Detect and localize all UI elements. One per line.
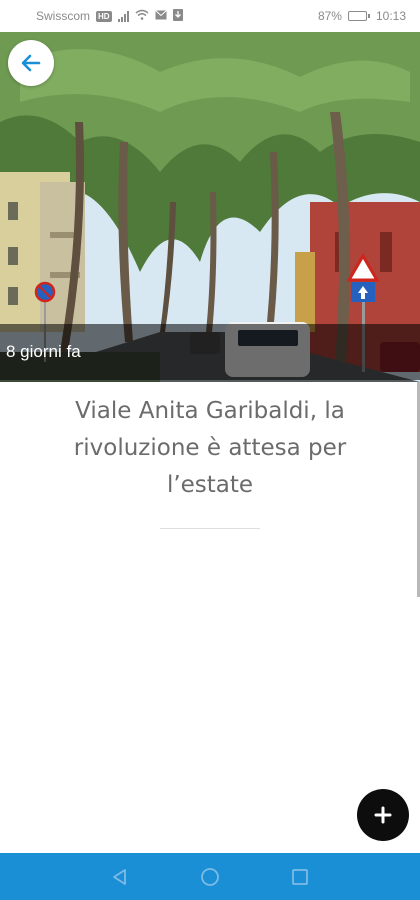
article-title: Viale Anita Garibaldi, la rivoluzione è … — [73, 398, 347, 498]
hero-image: 8 giorni fa — [0, 32, 420, 382]
home-circle-icon — [201, 867, 219, 886]
battery-icon — [347, 11, 370, 21]
battery-percent: 87% — [317, 9, 342, 23]
title-divider — [160, 528, 260, 529]
nav-home-button[interactable] — [165, 853, 255, 900]
arrow-left-icon — [21, 54, 41, 72]
status-left: Swisscom HD — [36, 8, 183, 24]
date-overlay: 8 giorni fa — [0, 324, 420, 380]
network-badge: HD — [96, 10, 112, 22]
recents-square-icon — [292, 868, 308, 885]
add-fab-button[interactable] — [357, 789, 409, 841]
status-right: 87% 10:13 — [318, 9, 406, 23]
status-bar: Swisscom HD 87% 10:13 — [0, 0, 420, 32]
plus-icon — [374, 806, 392, 824]
nav-back-button[interactable] — [75, 853, 165, 900]
carrier-name: Swisscom — [36, 9, 91, 23]
back-button[interactable] — [8, 40, 54, 86]
download-icon — [172, 8, 183, 24]
clock: 10:13 — [375, 9, 406, 23]
signal-icon — [117, 10, 129, 22]
wifi-icon — [135, 9, 149, 23]
back-triangle-icon — [113, 868, 126, 885]
article-age: 8 giorni fa — [6, 342, 81, 361]
nav-recents-button[interactable] — [255, 853, 345, 900]
mail-icon — [154, 9, 167, 23]
system-nav-bar — [0, 853, 420, 900]
